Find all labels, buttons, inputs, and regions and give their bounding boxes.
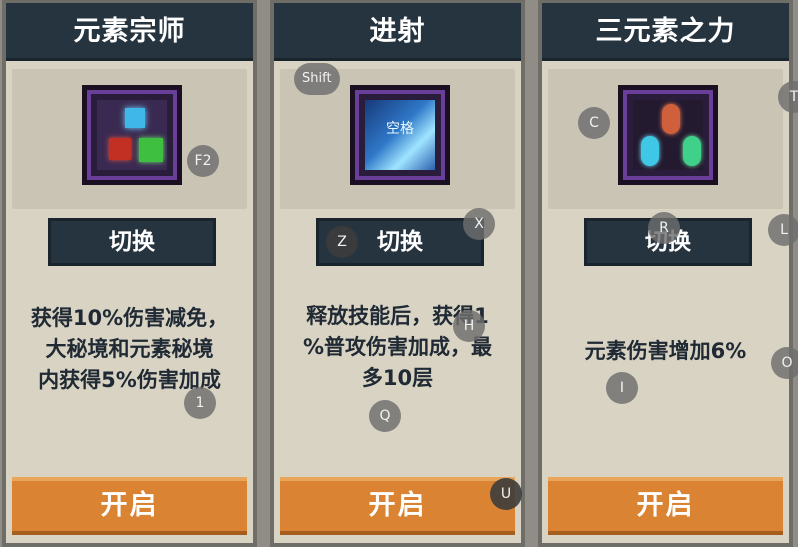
key-hint-o[interactable]: O	[771, 347, 798, 379]
key-hint-h[interactable]: H	[453, 310, 485, 342]
key-hint-u[interactable]: U	[490, 478, 522, 510]
card-description: 获得10%伤害减免， 大秘境和元素秘境 内获得5%伤害加成	[30, 306, 229, 392]
key-hint-r[interactable]: R	[648, 212, 680, 244]
elements-icon[interactable]	[82, 85, 182, 185]
card-description: 释放技能后，获得1 %普攻伤害加成，最 多10层	[302, 304, 493, 390]
card-description: 元素伤害增加6%	[584, 339, 747, 363]
switch-button[interactable]: 切换	[48, 218, 216, 266]
icon-hint-label: 空格	[386, 121, 414, 137]
key-hint-shift[interactable]: Shift	[294, 63, 340, 95]
open-button[interactable]: 开启	[12, 477, 247, 535]
key-hint-1[interactable]: 1	[184, 387, 216, 419]
icon-area	[12, 69, 247, 209]
three-elements-icon[interactable]	[618, 85, 718, 185]
key-hint-z[interactable]: Z	[326, 226, 358, 258]
talent-card-element-master: 元素宗师 切换 获得10%伤害减免， 大秘境和元素秘境 内获得5%伤害加成 开启	[2, 0, 257, 547]
talent-card-three-elements: 三元素之力 切换 元素伤害增加6% 开启	[538, 0, 793, 547]
key-hint-q[interactable]: Q	[369, 400, 401, 432]
open-button[interactable]: 开启	[548, 477, 783, 535]
icon-area	[548, 69, 783, 209]
key-hint-l[interactable]: L	[768, 214, 798, 246]
open-button[interactable]: 开启	[280, 477, 515, 535]
key-hint-f2[interactable]: F2	[187, 145, 219, 177]
card-title: 元素宗师	[6, 3, 253, 61]
key-hint-c[interactable]: C	[578, 107, 610, 139]
key-hint-i[interactable]: I	[606, 372, 638, 404]
card-title: 三元素之力	[542, 3, 789, 61]
card-title: 进射	[274, 3, 521, 61]
spacebar-skill-icon[interactable]: 空格	[350, 85, 450, 185]
key-hint-x[interactable]: X	[463, 208, 495, 240]
